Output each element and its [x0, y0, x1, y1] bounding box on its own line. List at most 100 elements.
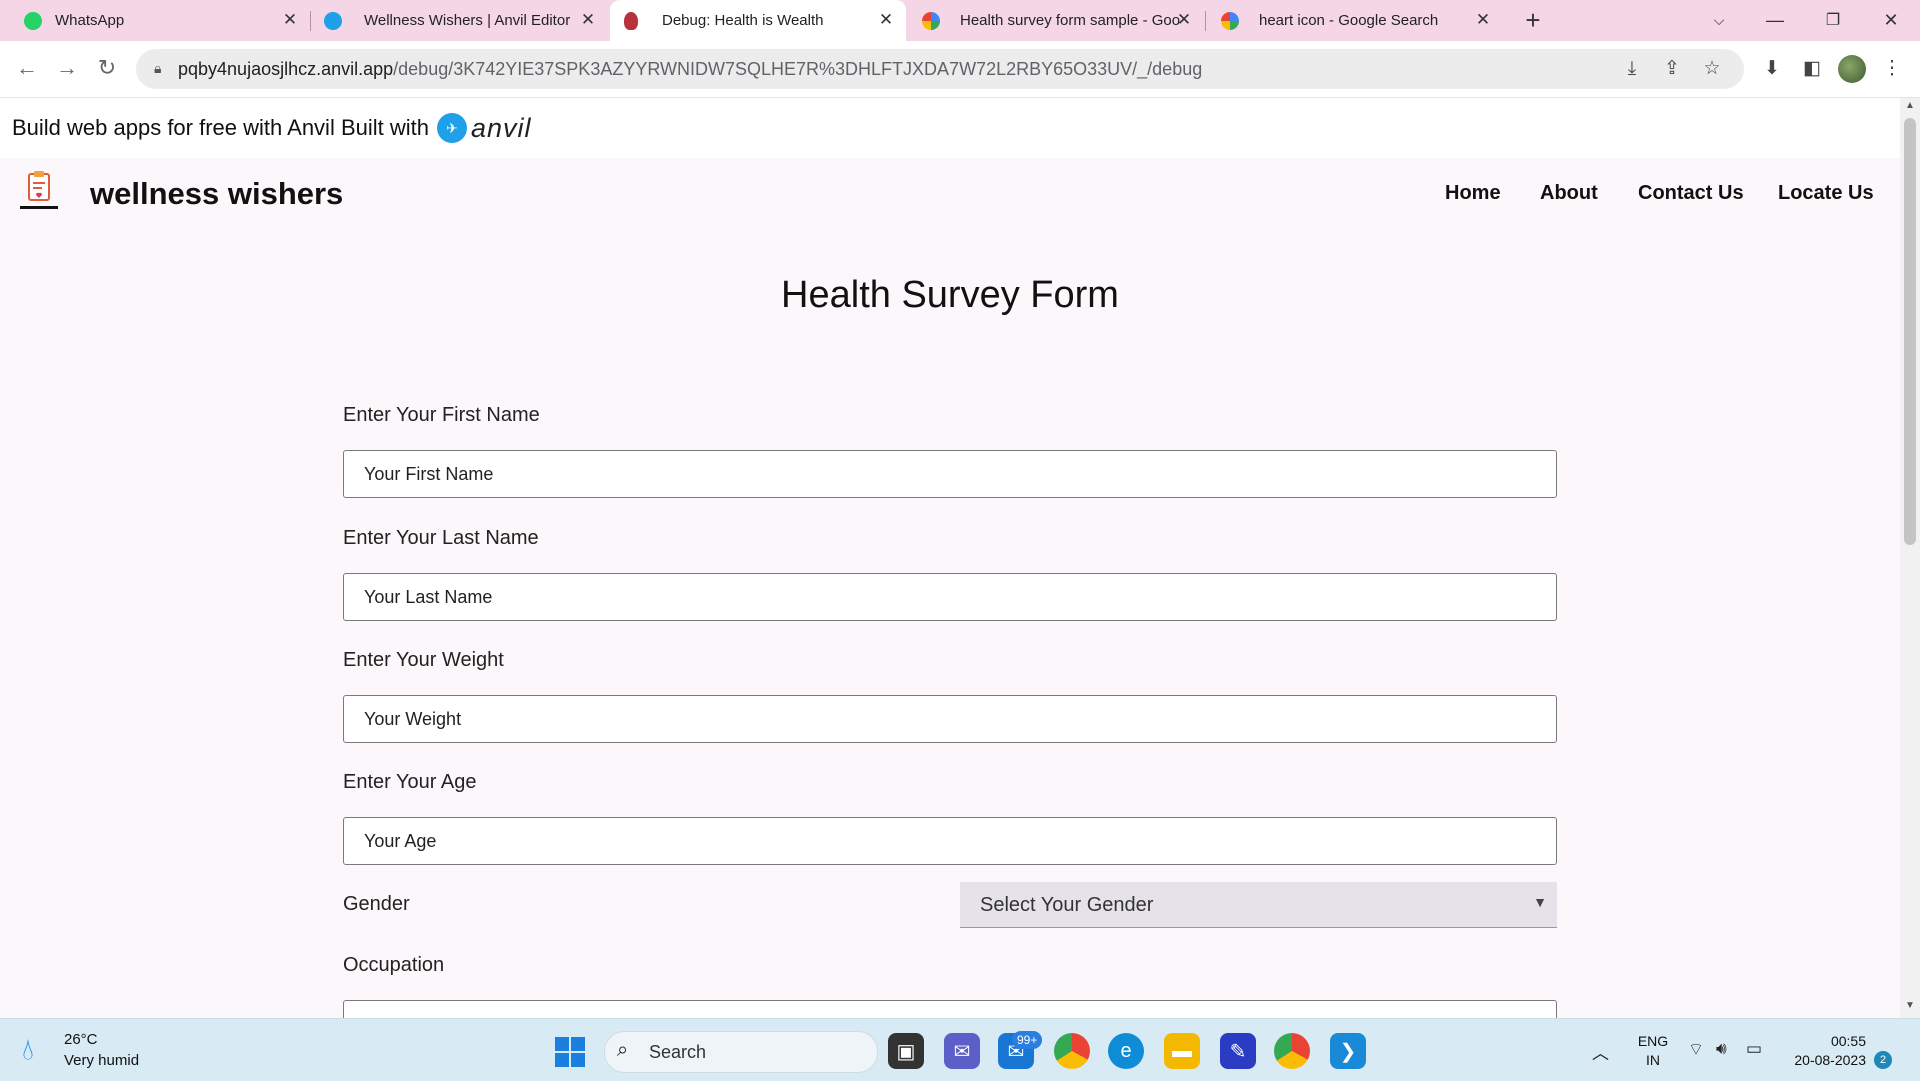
minimize-button[interactable]: —	[1750, 0, 1800, 41]
nav-locate-us[interactable]: Locate Us	[1778, 182, 1874, 205]
weight-input[interactable]	[343, 695, 1557, 743]
weather-description[interactable]: Very humid	[64, 1052, 139, 1069]
battery-icon[interactable]: ▭	[1746, 1039, 1762, 1059]
teams-chat-icon[interactable]: ✉	[944, 1033, 980, 1069]
share-icon[interactable]: ⇪	[1658, 55, 1686, 83]
wifi-icon[interactable]: ⌔	[1688, 1039, 1704, 1060]
mail-unread-badge: 99+	[1012, 1031, 1043, 1049]
side-panel-icon[interactable]: ◧	[1798, 55, 1826, 83]
anvil-brand: anvil	[470, 112, 532, 143]
weather-temperature[interactable]: 26°C	[64, 1031, 98, 1048]
google-icon	[1221, 12, 1239, 30]
scroll-down-arrow-icon[interactable]: ▼	[1904, 1000, 1916, 1011]
weather-humidity-icon[interactable]: 💧︎	[22, 1033, 34, 1067]
url-path: /debug/3K742YIE37SPK3AZYYRWNIDW7SQLHE7R%…	[393, 59, 1203, 79]
close-icon[interactable]: ✕	[578, 10, 598, 30]
close-icon[interactable]: ✕	[1174, 10, 1194, 30]
first-name-input[interactable]	[343, 450, 1557, 498]
notification-badge[interactable]: 2	[1874, 1051, 1892, 1069]
first-name-label: Enter Your First Name	[343, 404, 540, 426]
tab-search-icon[interactable]: ⌵	[1694, 0, 1744, 41]
chrome-icon[interactable]	[1054, 1033, 1090, 1069]
language-bottom[interactable]: IN	[1636, 1052, 1670, 1068]
google-icon	[922, 12, 940, 30]
chevron-up-icon[interactable]: ︿	[1592, 1039, 1609, 1064]
windows-taskbar: 💧︎ 26°C Very humid ⌕ Search ▣ ✉ ✉ 99+ e …	[0, 1018, 1920, 1081]
menu-kebab-icon[interactable]: ⋮	[1878, 55, 1906, 83]
age-input[interactable]	[343, 817, 1557, 865]
task-view-icon[interactable]: ▣	[888, 1033, 924, 1069]
clock-time[interactable]: 00:55	[1786, 1033, 1866, 1049]
heart-icon	[624, 12, 638, 30]
ms-paint-icon[interactable]: ✎	[1220, 1033, 1256, 1069]
volume-icon[interactable]: 🔊︎	[1716, 1039, 1727, 1059]
gender-select[interactable]: Select Your Gender ▼	[960, 882, 1557, 928]
tab-title: Debug: Health is Wealth	[662, 12, 824, 29]
tab-divider	[1205, 11, 1206, 31]
occupation-input[interactable]	[343, 1000, 1557, 1018]
reload-icon[interactable]: ↻	[90, 51, 124, 85]
vscode-icon[interactable]: ❯	[1330, 1033, 1366, 1069]
tab-title: Wellness Wishers | Anvil Editor	[364, 12, 571, 29]
downloads-icon[interactable]: ⬇	[1758, 55, 1786, 83]
language-top[interactable]: ENG	[1636, 1033, 1670, 1049]
occupation-label: Occupation	[343, 954, 445, 976]
edge-icon[interactable]: e	[1108, 1033, 1144, 1069]
lock-icon[interactable]: 🔒︎	[154, 60, 161, 77]
last-name-label: Enter Your Last Name	[343, 527, 539, 549]
browser-tab-strip: WhatsApp ✕ Wellness Wishers | Anvil Edit…	[0, 0, 1920, 41]
nav-home[interactable]: Home	[1445, 182, 1501, 205]
search-icon: ⌕	[617, 1039, 629, 1061]
nav-contact-us[interactable]: Contact Us	[1638, 182, 1744, 205]
banner-text: Build web apps for free with Anvil Built…	[12, 115, 429, 140]
gender-label: Gender	[343, 893, 410, 915]
tab-health-survey-sample[interactable]: Health survey form sample - Goo ✕	[908, 0, 1204, 41]
new-tab-button[interactable]: +	[1508, 0, 1558, 41]
tab-title: heart icon - Google Search	[1259, 12, 1439, 29]
nav-about[interactable]: About	[1540, 182, 1598, 205]
forward-arrow-icon[interactable]: →	[50, 51, 84, 85]
bookmark-star-icon[interactable]: ☆	[1698, 55, 1726, 83]
browser-toolbar: ← → ↻ 🔒︎ pqby4nujaosjlhcz.anvil.app/debu…	[0, 41, 1920, 98]
clipboard-heart-icon	[20, 171, 58, 209]
restore-button[interactable]: ❐	[1808, 0, 1858, 41]
scroll-up-arrow-icon[interactable]: ▲	[1904, 100, 1916, 111]
close-icon[interactable]: ✕	[1473, 10, 1493, 30]
form-title: Health Survey Form	[781, 274, 1119, 316]
last-name-input[interactable]	[343, 573, 1557, 621]
clock-date[interactable]: 20-08-2023	[1786, 1052, 1866, 1068]
url-text: pqby4nujaosjlhcz.anvil.app/debug/3K742YI…	[178, 49, 1202, 89]
url-host: pqby4nujaosjlhcz.anvil.app	[178, 59, 394, 79]
whatsapp-icon	[24, 12, 42, 30]
install-app-icon[interactable]: ⤓	[1618, 55, 1646, 83]
tab-divider	[310, 11, 311, 31]
weight-label: Enter Your Weight	[343, 649, 504, 671]
anvil-icon	[324, 12, 342, 30]
site-title[interactable]: wellness wishers	[90, 176, 343, 212]
tab-title: Health survey form sample - Goo	[960, 12, 1180, 29]
tab-whatsapp[interactable]: WhatsApp ✕	[0, 0, 310, 41]
web-page: Build web apps for free with Anvil Built…	[0, 98, 1900, 1018]
age-label: Enter Your Age	[343, 771, 477, 793]
close-icon[interactable]: ✕	[280, 10, 300, 30]
anvil-banner[interactable]: Build web apps for free with Anvil Built…	[0, 98, 1900, 158]
taskbar-search[interactable]: ⌕ Search	[604, 1031, 878, 1073]
search-label: Search	[649, 1042, 707, 1062]
windows-start-icon[interactable]	[555, 1037, 585, 1067]
dropdown-arrow-icon: ▼	[1533, 894, 1547, 910]
back-arrow-icon[interactable]: ←	[10, 51, 44, 85]
anvil-logo-icon: ✈	[436, 113, 467, 143]
close-icon[interactable]: ✕	[876, 10, 896, 30]
scroll-thumb[interactable]	[1904, 118, 1916, 545]
profile-avatar[interactable]	[1838, 55, 1866, 83]
tab-anvil-editor[interactable]: Wellness Wishers | Anvil Editor ✕	[312, 0, 608, 41]
file-explorer-icon[interactable]: ▬	[1164, 1033, 1200, 1069]
address-bar[interactable]: 🔒︎ pqby4nujaosjlhcz.anvil.app/debug/3K74…	[136, 49, 1744, 89]
tab-debug-health[interactable]: Debug: Health is Wealth ✕	[610, 0, 906, 41]
tab-title: WhatsApp	[55, 12, 125, 29]
close-window-button[interactable]: ✕	[1866, 0, 1916, 41]
gender-select-value: Select Your Gender	[980, 894, 1154, 916]
chrome-profile-icon[interactable]	[1274, 1033, 1310, 1069]
page-scrollbar[interactable]: ▲ ▼	[1900, 98, 1920, 1018]
tab-heart-icon-search[interactable]: heart icon - Google Search ✕	[1207, 0, 1503, 41]
